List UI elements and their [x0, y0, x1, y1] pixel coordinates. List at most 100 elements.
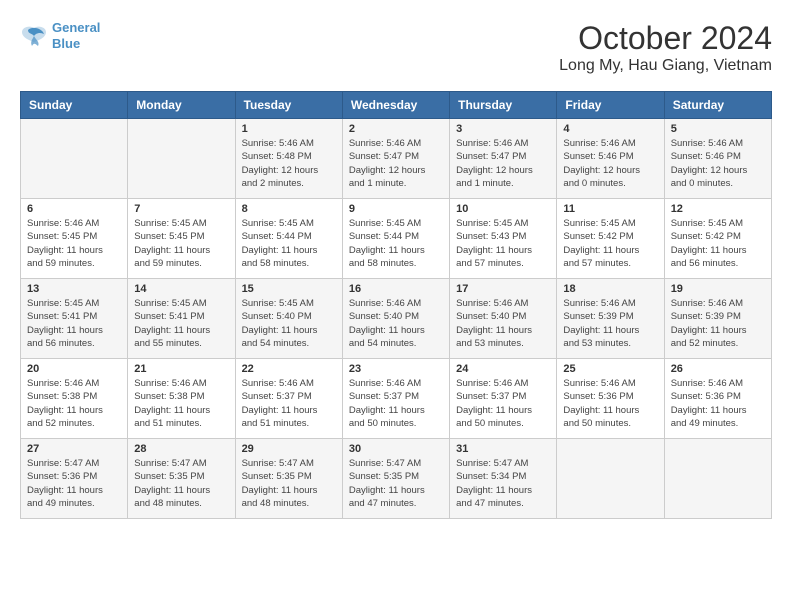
day-info: Sunrise: 5:47 AM Sunset: 5:35 PM Dayligh… [349, 457, 443, 510]
calendar-cell: 29 Sunrise: 5:47 AM Sunset: 5:35 PM Dayli… [235, 439, 342, 519]
calendar-cell: 16Sunrise: 5:46 AM Sunset: 5:40 PM Dayli… [342, 279, 449, 359]
month-title: October 2024 [559, 20, 772, 57]
day-number: 7 [134, 203, 228, 215]
calendar-header-row: SundayMondayTuesdayWednesdayThursdayFrid… [21, 92, 772, 119]
day-number: 21 [134, 363, 228, 375]
calendar-cell: 2 Sunrise: 5:46 AM Sunset: 5:47 PM Daylig… [342, 119, 449, 199]
day-number: 29 [242, 443, 336, 455]
day-number: 5 [671, 123, 765, 135]
day-info: Sunrise: 5:45 AM Sunset: 5:42 PM Dayligh… [671, 217, 765, 270]
day-number: 24 [456, 363, 550, 375]
day-header-friday: Friday [557, 92, 664, 119]
calendar-cell: 14 Sunrise: 5:45 AM Sunset: 5:41 PM Dayli… [128, 279, 235, 359]
day-info: Sunrise: 5:46 AM Sunset: 5:46 PM Dayligh… [671, 137, 765, 190]
day-info: Sunrise: 5:47 AM Sunset: 5:36 PM Dayligh… [27, 457, 121, 510]
calendar-week-row: 6 Sunrise: 5:46 AM Sunset: 5:45 PM Daylig… [21, 199, 772, 279]
calendar-cell: 25Sunrise: 5:46 AM Sunset: 5:36 PM Dayli… [557, 359, 664, 439]
day-number: 20 [27, 363, 121, 375]
calendar-cell: 1 Sunrise: 5:46 AM Sunset: 5:48 PM Daylig… [235, 119, 342, 199]
day-number: 9 [349, 203, 443, 215]
calendar-cell: 15 Sunrise: 5:45 AM Sunset: 5:40 PM Dayli… [235, 279, 342, 359]
calendar-week-row: 13 Sunrise: 5:45 AM Sunset: 5:41 PM Dayli… [21, 279, 772, 359]
day-header-sunday: Sunday [21, 92, 128, 119]
day-header-wednesday: Wednesday [342, 92, 449, 119]
day-header-tuesday: Tuesday [235, 92, 342, 119]
day-number: 17 [456, 283, 550, 295]
calendar-cell [664, 439, 771, 519]
location-title: Long My, Hau Giang, Vietnam [559, 57, 772, 75]
day-number: 2 [349, 123, 443, 135]
day-number: 13 [27, 283, 121, 295]
calendar-cell: 19 Sunrise: 5:46 AM Sunset: 5:39 PM Dayli… [664, 279, 771, 359]
day-number: 14 [134, 283, 228, 295]
calendar-cell: 21 Sunrise: 5:46 AM Sunset: 5:38 PM Dayli… [128, 359, 235, 439]
calendar-cell [128, 119, 235, 199]
day-number: 16 [349, 283, 443, 295]
logo-icon [20, 24, 48, 48]
calendar-cell: 27 Sunrise: 5:47 AM Sunset: 5:36 PM Dayli… [21, 439, 128, 519]
day-number: 3 [456, 123, 550, 135]
calendar-cell: 24 Sunrise: 5:46 AM Sunset: 5:37 PM Dayli… [450, 359, 557, 439]
day-number: 28 [134, 443, 228, 455]
calendar-cell: 11 Sunrise: 5:45 AM Sunset: 5:42 PM Dayli… [557, 199, 664, 279]
calendar-cell: 23 Sunrise: 5:46 AM Sunset: 5:37 PM Dayli… [342, 359, 449, 439]
calendar-week-row: 1 Sunrise: 5:46 AM Sunset: 5:48 PM Daylig… [21, 119, 772, 199]
calendar-cell: 12 Sunrise: 5:45 AM Sunset: 5:42 PM Dayli… [664, 199, 771, 279]
day-info: Sunrise: 5:46 AM Sunset: 5:48 PM Dayligh… [242, 137, 336, 190]
calendar-week-row: 27 Sunrise: 5:47 AM Sunset: 5:36 PM Dayli… [21, 439, 772, 519]
day-number: 4 [563, 123, 657, 135]
day-info: Sunrise: 5:45 AM Sunset: 5:41 PM Dayligh… [134, 297, 228, 350]
day-info: Sunrise: 5:46 AM Sunset: 5:40 PM Dayligh… [456, 297, 550, 350]
day-number: 22 [242, 363, 336, 375]
day-header-saturday: Saturday [664, 92, 771, 119]
day-info: Sunrise: 5:46 AM Sunset: 5:37 PM Dayligh… [349, 377, 443, 430]
day-info: Sunrise: 5:47 AM Sunset: 5:34 PM Dayligh… [456, 457, 550, 510]
calendar-cell: 30 Sunrise: 5:47 AM Sunset: 5:35 PM Dayli… [342, 439, 449, 519]
calendar-cell: 5 Sunrise: 5:46 AM Sunset: 5:46 PM Daylig… [664, 119, 771, 199]
day-number: 11 [563, 203, 657, 215]
day-info: Sunrise: 5:46 AM Sunset: 5:45 PM Dayligh… [27, 217, 121, 270]
day-info: Sunrise: 5:45 AM Sunset: 5:40 PM Dayligh… [242, 297, 336, 350]
day-info: Sunrise: 5:46 AM Sunset: 5:47 PM Dayligh… [349, 137, 443, 190]
logo: General Blue [20, 20, 100, 51]
day-number: 26 [671, 363, 765, 375]
day-number: 18 [563, 283, 657, 295]
calendar-cell [557, 439, 664, 519]
day-info: Sunrise: 5:47 AM Sunset: 5:35 PM Dayligh… [242, 457, 336, 510]
day-info: Sunrise: 5:46 AM Sunset: 5:39 PM Dayligh… [671, 297, 765, 350]
day-number: 1 [242, 123, 336, 135]
calendar-week-row: 20 Sunrise: 5:46 AM Sunset: 5:38 PM Dayli… [21, 359, 772, 439]
day-info: Sunrise: 5:46 AM Sunset: 5:39 PM Dayligh… [563, 297, 657, 350]
calendar-cell: 28 Sunrise: 5:47 AM Sunset: 5:35 PM Dayli… [128, 439, 235, 519]
day-info: Sunrise: 5:47 AM Sunset: 5:35 PM Dayligh… [134, 457, 228, 510]
calendar-cell: 20 Sunrise: 5:46 AM Sunset: 5:38 PM Dayli… [21, 359, 128, 439]
day-header-monday: Monday [128, 92, 235, 119]
day-number: 30 [349, 443, 443, 455]
day-number: 27 [27, 443, 121, 455]
calendar-cell: 7 Sunrise: 5:45 AM Sunset: 5:45 PM Daylig… [128, 199, 235, 279]
day-info: Sunrise: 5:46 AM Sunset: 5:36 PM Dayligh… [671, 377, 765, 430]
day-number: 23 [349, 363, 443, 375]
day-info: Sunrise: 5:46 AM Sunset: 5:46 PM Dayligh… [563, 137, 657, 190]
calendar-cell: 6 Sunrise: 5:46 AM Sunset: 5:45 PM Daylig… [21, 199, 128, 279]
day-info: Sunrise: 5:46 AM Sunset: 5:36 PM Dayligh… [563, 377, 657, 430]
day-number: 19 [671, 283, 765, 295]
day-info: Sunrise: 5:46 AM Sunset: 5:37 PM Dayligh… [456, 377, 550, 430]
day-info: Sunrise: 5:45 AM Sunset: 5:42 PM Dayligh… [563, 217, 657, 270]
day-number: 6 [27, 203, 121, 215]
day-info: Sunrise: 5:45 AM Sunset: 5:44 PM Dayligh… [349, 217, 443, 270]
day-number: 15 [242, 283, 336, 295]
day-header-thursday: Thursday [450, 92, 557, 119]
day-number: 10 [456, 203, 550, 215]
calendar-cell: 22Sunrise: 5:46 AM Sunset: 5:37 PM Dayli… [235, 359, 342, 439]
calendar-cell: 26 Sunrise: 5:46 AM Sunset: 5:36 PM Dayli… [664, 359, 771, 439]
day-info: Sunrise: 5:46 AM Sunset: 5:38 PM Dayligh… [27, 377, 121, 430]
day-info: Sunrise: 5:45 AM Sunset: 5:45 PM Dayligh… [134, 217, 228, 270]
page-header: General Blue October 2024 Long My, Hau G… [20, 20, 772, 75]
calendar-cell: 8Sunrise: 5:45 AM Sunset: 5:44 PM Daylig… [235, 199, 342, 279]
calendar-cell: 4 Sunrise: 5:46 AM Sunset: 5:46 PM Daylig… [557, 119, 664, 199]
calendar-cell: 17 Sunrise: 5:46 AM Sunset: 5:40 PM Dayli… [450, 279, 557, 359]
day-number: 12 [671, 203, 765, 215]
day-info: Sunrise: 5:46 AM Sunset: 5:38 PM Dayligh… [134, 377, 228, 430]
day-info: Sunrise: 5:45 AM Sunset: 5:43 PM Dayligh… [456, 217, 550, 270]
